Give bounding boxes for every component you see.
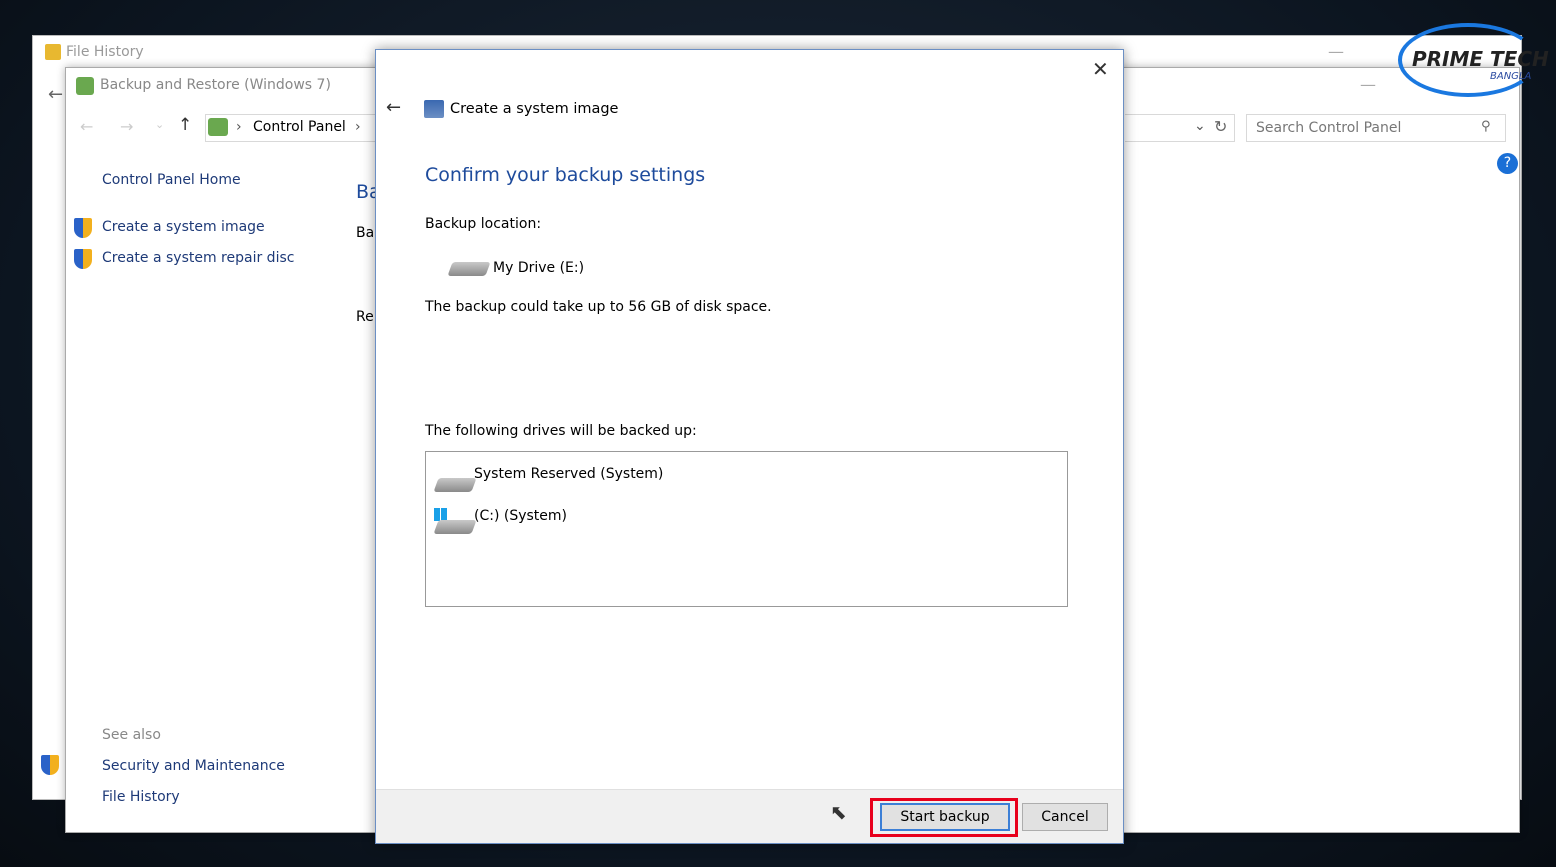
see-also-security[interactable]: Security and Maintenance <box>102 758 285 774</box>
backup-location-label: Backup location: <box>425 216 542 232</box>
nav-back-icon[interactable]: ← <box>80 117 93 136</box>
mouse-cursor-icon: ⬉ <box>830 800 847 824</box>
create-system-image-dialog: ✕ ← Create a system image Confirm your b… <box>375 49 1124 844</box>
breadcrumb-control-panel[interactable]: Control Panel <box>253 119 346 135</box>
search-input[interactable]: Search Control Panel <box>1246 114 1506 142</box>
dialog-footer: ⬉ Start backup Cancel <box>376 789 1123 843</box>
drive-icon <box>447 262 491 276</box>
drive-icon <box>433 520 477 534</box>
space-note: The backup could take up to 56 GB of dis… <box>425 299 772 315</box>
main-text-partial: Ba <box>356 225 375 241</box>
shield-icon <box>41 755 59 775</box>
refresh-icon[interactable]: ↻ <box>1214 117 1227 136</box>
watermark-line2: BANGLA <box>1490 71 1532 82</box>
sidebar-create-system-image[interactable]: Create a system image <box>102 219 265 235</box>
system-image-icon <box>424 100 444 118</box>
help-icon[interactable]: ? <box>1497 153 1518 174</box>
start-backup-button[interactable]: Start backup <box>880 803 1010 831</box>
nav-forward-icon[interactable]: → <box>120 117 133 136</box>
minimize-button[interactable]: — <box>1328 42 1344 61</box>
sidebar-control-panel-home[interactable]: Control Panel Home <box>102 172 241 188</box>
backup-location-value: My Drive (E:) <box>493 260 585 276</box>
address-dropdown-icon[interactable]: ⌄ <box>1194 118 1206 134</box>
br-minimize-button[interactable]: — <box>1360 75 1376 94</box>
dialog-heading: Confirm your backup settings <box>425 164 706 186</box>
drive-list-item: System Reserved (System) <box>474 466 664 482</box>
close-button[interactable]: ✕ <box>1092 57 1109 81</box>
drive-list-item: (C:) (System) <box>474 508 567 524</box>
backup-icon <box>76 77 94 95</box>
search-icon[interactable]: ⚲ <box>1481 119 1491 134</box>
drives-label: The following drives will be backed up: <box>425 423 697 439</box>
recent-dropdown-icon[interactable]: ⌄ <box>155 118 164 131</box>
back-arrow-icon[interactable]: ← <box>48 84 63 105</box>
see-also-file-history[interactable]: File History <box>102 789 180 805</box>
shield-icon <box>74 249 92 269</box>
shield-icon <box>74 218 92 238</box>
drive-icon <box>433 478 477 492</box>
cancel-button[interactable]: Cancel <box>1022 803 1108 831</box>
back-button[interactable]: ← <box>386 97 401 118</box>
drives-list: System Reserved (System) (C:) (System) <box>425 451 1068 607</box>
dialog-title: Create a system image <box>450 101 619 117</box>
file-history-icon <box>45 44 61 60</box>
backup-restore-title: Backup and Restore (Windows 7) <box>100 77 331 93</box>
main-text-partial: Re <box>356 309 374 325</box>
see-also-label: See also <box>102 727 161 743</box>
nav-up-icon[interactable]: ↑ <box>178 115 192 135</box>
watermark-logo: PRIME TECH BANGLA <box>1398 23 1549 97</box>
file-history-title: File History <box>66 44 144 60</box>
sidebar-create-repair-disc[interactable]: Create a system repair disc <box>102 250 294 266</box>
watermark-line1: PRIME TECH <box>1412 47 1549 71</box>
control-panel-icon <box>208 118 228 136</box>
